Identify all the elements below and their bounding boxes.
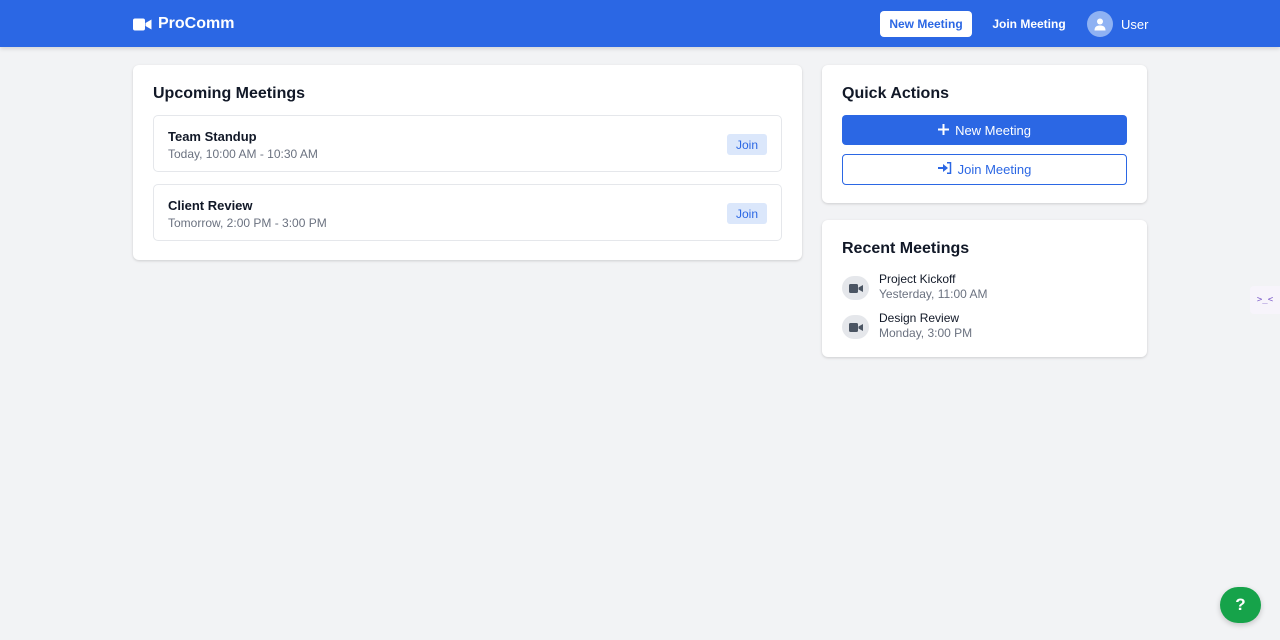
meeting-time: Today, 10:00 AM - 10:30 AM	[168, 147, 318, 161]
recent-meeting-title: Design Review	[879, 311, 960, 325]
nav-join-meeting-link[interactable]: Join Meeting	[992, 16, 1066, 32]
upcoming-meetings-card: Upcoming Meetings Team Standup Today, 10…	[133, 65, 802, 260]
meeting-item-client-review: Client Review Tomorrow, 2:00 PM - 3:00 P…	[153, 184, 782, 241]
meeting-title: Client Review	[168, 198, 253, 213]
video-camera-icon	[133, 18, 152, 31]
join-button-client-review[interactable]: Join	[727, 203, 767, 224]
side-extension-tab[interactable]: >_<	[1250, 286, 1280, 314]
recent-meeting-title: Project Kickoff	[879, 272, 956, 286]
recent-meetings-title: Recent Meetings	[842, 240, 970, 257]
quick-join-meeting-button[interactable]: Join Meeting	[842, 154, 1127, 185]
video-camera-icon	[842, 276, 869, 300]
quick-actions-card: Quick Actions New Meeting Join Meeting	[822, 65, 1147, 203]
video-camera-icon	[842, 315, 869, 339]
quick-new-meeting-button[interactable]: New Meeting	[842, 115, 1127, 145]
brand-logo[interactable]: ProComm	[133, 14, 234, 34]
upcoming-meetings-title: Upcoming Meetings	[153, 85, 306, 102]
user-avatar-icon	[1087, 11, 1113, 37]
user-label: User	[1121, 16, 1149, 32]
recent-meeting-time: Yesterday, 11:00 AM	[879, 287, 988, 301]
sign-in-icon	[937, 162, 952, 177]
meeting-time: Tomorrow, 2:00 PM - 3:00 PM	[168, 216, 327, 230]
meeting-title: Team Standup	[168, 129, 257, 144]
help-button[interactable]: ?	[1220, 587, 1261, 623]
recent-meeting-time: Monday, 3:00 PM	[879, 326, 973, 340]
user-menu[interactable]: User	[1087, 11, 1149, 37]
join-button-team-standup[interactable]: Join	[727, 134, 767, 155]
recent-item-design-review[interactable]: Design Review Monday, 3:00 PM	[842, 311, 1127, 343]
quick-new-meeting-label: New Meeting	[955, 122, 1031, 138]
recent-item-project-kickoff[interactable]: Project Kickoff Yesterday, 11:00 AM	[842, 272, 1127, 304]
plus-icon	[938, 123, 950, 138]
meeting-item-team-standup: Team Standup Today, 10:00 AM - 10:30 AM …	[153, 115, 782, 172]
brand-name: ProComm	[158, 15, 235, 32]
quick-join-meeting-label: Join Meeting	[957, 162, 1032, 177]
top-navigation-bar: ProComm New Meeting Join Meeting User	[0, 0, 1280, 47]
quick-actions-title: Quick Actions	[842, 85, 949, 102]
recent-meetings-card: Recent Meetings Project Kickoff Yesterda…	[822, 220, 1147, 357]
nav-new-meeting-button[interactable]: New Meeting	[880, 11, 972, 37]
